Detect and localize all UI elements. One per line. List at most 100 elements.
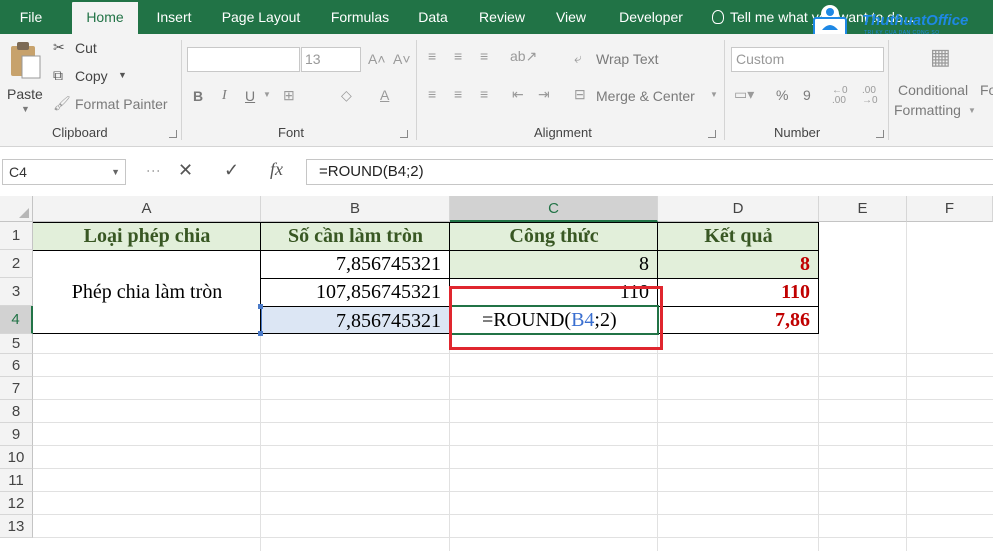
cell-d1[interactable]: Kết quả: [658, 222, 819, 250]
paste-button[interactable]: Paste ▼: [4, 38, 46, 118]
copy-button[interactable]: Copy: [75, 68, 108, 84]
divider: [724, 40, 725, 140]
borders-icon[interactable]: ⊞: [283, 87, 295, 104]
reference-handle[interactable]: [258, 331, 263, 336]
row-header-2[interactable]: 2: [0, 250, 33, 278]
row-header-10[interactable]: 10: [0, 446, 33, 469]
formula-input[interactable]: =ROUND(B4;2): [306, 159, 993, 185]
decrease-decimal-icon[interactable]: .00 →0: [862, 86, 878, 106]
fill-color-icon[interactable]: ◇: [341, 87, 352, 104]
font-name-select[interactable]: [187, 47, 300, 72]
cell-a2-merged[interactable]: Phép chia làm tròn: [33, 250, 261, 334]
column-header-e[interactable]: E: [819, 196, 907, 222]
merge-center-button[interactable]: Merge & Center: [596, 88, 695, 104]
cell-b4-referenced[interactable]: 7,856745321: [261, 306, 450, 334]
tab-view[interactable]: View: [546, 0, 596, 34]
increase-indent-icon[interactable]: ⇥: [538, 86, 550, 103]
cell-b3[interactable]: 107,856745321: [261, 278, 450, 306]
gridline: [33, 353, 993, 354]
bold-button[interactable]: B: [193, 88, 203, 104]
font-size-select[interactable]: 13: [301, 47, 361, 72]
row-header-12[interactable]: 12: [0, 492, 33, 515]
cell-d3[interactable]: 110: [658, 278, 819, 306]
row-header-9[interactable]: 9: [0, 423, 33, 446]
tab-file[interactable]: File: [8, 0, 54, 34]
align-bottom-icon[interactable]: ≡: [480, 48, 488, 64]
orientation-icon[interactable]: ab↗: [510, 48, 537, 65]
align-left-icon[interactable]: ≡: [428, 86, 436, 102]
increase-decimal-icon[interactable]: ←0.00: [832, 86, 848, 106]
italic-button[interactable]: I: [222, 88, 227, 104]
brand-name: ThuthuatOffice: [862, 12, 969, 29]
number-format-select[interactable]: Custom: [731, 47, 884, 72]
insert-function-icon[interactable]: fx: [270, 159, 283, 180]
tab-home[interactable]: Home: [72, 2, 138, 34]
align-right-icon[interactable]: ≡: [480, 86, 488, 102]
comma-button[interactable]: 9: [803, 87, 811, 103]
splitter-handle[interactable]: ⋮: [146, 164, 162, 177]
tab-review[interactable]: Review: [470, 0, 534, 34]
conditional-formatting-label-2: Formatting: [894, 102, 961, 118]
tab-insert[interactable]: Insert: [146, 0, 202, 34]
cut-button[interactable]: Cut: [75, 40, 97, 56]
name-box-dropdown-icon[interactable]: ▼: [111, 160, 120, 184]
number-launcher-icon[interactable]: [876, 130, 884, 138]
row-header-1[interactable]: 1: [0, 222, 33, 250]
conditional-formatting-button[interactable]: Conditional: [898, 82, 968, 98]
column-header-a[interactable]: A: [33, 196, 261, 222]
decrease-font-icon[interactable]: A˅: [393, 51, 411, 67]
column-header-c[interactable]: C: [450, 196, 658, 222]
row-header-4[interactable]: 4: [0, 306, 33, 334]
reference-handle[interactable]: [258, 304, 263, 309]
align-center-icon[interactable]: ≡: [454, 86, 462, 102]
highlight-annotation: [449, 286, 663, 350]
enter-icon[interactable]: ✓: [224, 160, 239, 181]
row-header-6[interactable]: 6: [0, 354, 33, 377]
underline-button[interactable]: U: [245, 88, 255, 104]
table-border: [33, 250, 261, 251]
copy-dropdown-icon[interactable]: ▼: [118, 70, 127, 80]
tab-page-layout[interactable]: Page Layout: [212, 0, 310, 34]
wrap-text-button[interactable]: Wrap Text: [596, 51, 659, 67]
lightbulb-icon: [712, 10, 724, 24]
column-header-d[interactable]: D: [658, 196, 819, 222]
cell-c2[interactable]: 8: [450, 250, 658, 278]
format-as-table-button-truncated[interactable]: Fo: [980, 82, 993, 98]
row-header-11[interactable]: 11: [0, 469, 33, 492]
font-color-icon[interactable]: A: [380, 87, 389, 103]
gridline: [906, 222, 907, 551]
clipboard-launcher-icon[interactable]: [169, 130, 177, 138]
accounting-format-icon[interactable]: ▭▾: [734, 86, 754, 103]
column-header-b[interactable]: B: [261, 196, 450, 222]
cell-c1[interactable]: Công thức: [450, 222, 658, 250]
name-box[interactable]: C4 ▼: [2, 159, 126, 185]
font-launcher-icon[interactable]: [400, 130, 408, 138]
align-middle-icon[interactable]: ≡: [454, 48, 462, 64]
alignment-launcher-icon[interactable]: [708, 130, 716, 138]
cell-d2[interactable]: 8: [658, 250, 819, 278]
format-painter-button[interactable]: Format Painter: [75, 96, 168, 112]
conditional-dropdown-icon[interactable]: ▼: [968, 106, 976, 115]
align-top-icon[interactable]: ≡: [428, 48, 436, 64]
select-all-button[interactable]: [0, 196, 33, 222]
table-border: [260, 222, 261, 334]
row-header-5[interactable]: 5: [0, 334, 33, 354]
decrease-indent-icon[interactable]: ⇤: [512, 86, 524, 103]
tab-developer[interactable]: Developer: [608, 0, 694, 34]
merge-dropdown-icon[interactable]: ▼: [710, 90, 718, 99]
cell-b1[interactable]: Số cần làm tròn: [261, 222, 450, 250]
tab-data[interactable]: Data: [410, 0, 456, 34]
row-header-8[interactable]: 8: [0, 400, 33, 423]
cell-d4[interactable]: 7,86: [658, 306, 819, 334]
cancel-icon[interactable]: ✕: [178, 160, 193, 181]
underline-dropdown-icon[interactable]: ▼: [263, 90, 271, 99]
percent-button[interactable]: %: [776, 87, 788, 103]
cell-b2[interactable]: 7,856745321: [261, 250, 450, 278]
column-header-f[interactable]: F: [907, 196, 993, 222]
row-header-3[interactable]: 3: [0, 278, 33, 306]
row-header-13[interactable]: 13: [0, 515, 33, 538]
cell-a1[interactable]: Loại phép chia: [33, 222, 261, 250]
row-header-7[interactable]: 7: [0, 377, 33, 400]
increase-font-icon[interactable]: A˄: [368, 51, 386, 67]
tab-formulas[interactable]: Formulas: [320, 0, 400, 34]
